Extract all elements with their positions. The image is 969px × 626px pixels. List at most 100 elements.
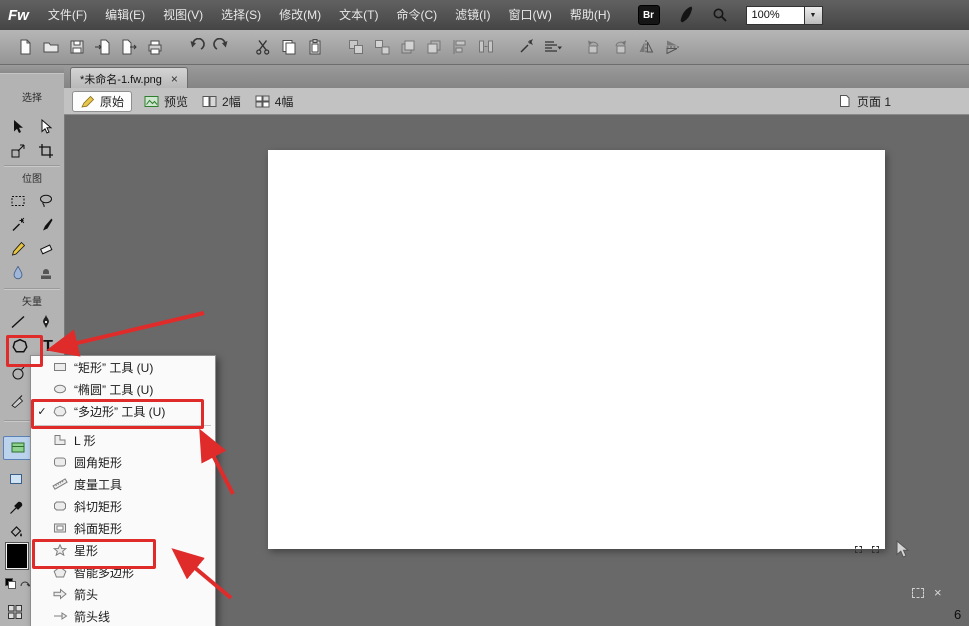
flyout-item-label: 智能多边形 bbox=[71, 564, 134, 581]
canvas-handle[interactable] bbox=[855, 546, 862, 553]
document-tab-title: *未命名-1.fw.png bbox=[80, 71, 162, 87]
knife-tool[interactable] bbox=[6, 389, 30, 411]
marquee-tool[interactable] bbox=[6, 190, 30, 212]
align-menu-icon[interactable] bbox=[540, 34, 566, 60]
paint-bucket-tool[interactable] bbox=[4, 521, 28, 543]
restore-icon[interactable] bbox=[912, 588, 924, 598]
beveled-rectangle-icon bbox=[49, 500, 71, 512]
scale-tool[interactable] bbox=[6, 140, 30, 162]
open-icon[interactable] bbox=[38, 34, 64, 60]
flyout-item-beveled-rectangle[interactable]: 斜切矩形 bbox=[31, 495, 215, 517]
hotspot-tool[interactable] bbox=[4, 468, 28, 490]
document-tab[interactable]: *未命名-1.fw.png × bbox=[70, 67, 188, 89]
magic-wand-tool[interactable] bbox=[6, 214, 30, 236]
flyout-item-star[interactable]: 星形 bbox=[31, 539, 215, 561]
document-canvas[interactable] bbox=[268, 150, 885, 549]
flyout-item-label: “多边形” 工具 (U) bbox=[71, 403, 165, 420]
import-icon[interactable] bbox=[90, 34, 116, 60]
align-edge-icon[interactable] bbox=[447, 34, 473, 60]
view-mode-preview[interactable]: 预览 bbox=[144, 93, 188, 110]
print-icon[interactable] bbox=[142, 34, 168, 60]
new-document-icon[interactable] bbox=[12, 34, 38, 60]
blur-tool[interactable] bbox=[6, 262, 30, 284]
flyout-item-chamfer-rectangle[interactable]: 斜面矩形 bbox=[31, 517, 215, 539]
eyedropper-tool[interactable] bbox=[4, 497, 28, 519]
panel-grip[interactable] bbox=[0, 64, 64, 74]
l-shape-icon bbox=[49, 434, 71, 446]
cut-icon[interactable] bbox=[250, 34, 276, 60]
pencil-tool[interactable] bbox=[6, 238, 30, 260]
arrow-line-icon bbox=[49, 610, 71, 622]
flyout-item-arrow-line[interactable]: 箭头线 bbox=[31, 605, 215, 626]
menu-modify[interactable]: 修改(M) bbox=[270, 0, 330, 30]
lasso-tool[interactable] bbox=[34, 190, 58, 212]
flyout-item-rectangle-tool[interactable]: “矩形” 工具 (U) bbox=[31, 356, 215, 378]
flyout-item-arrow[interactable]: 箭头 bbox=[31, 583, 215, 605]
save-icon[interactable] bbox=[64, 34, 90, 60]
bring-to-front-icon[interactable] bbox=[395, 34, 421, 60]
slice-tool[interactable] bbox=[3, 436, 32, 460]
smart-polygon-icon bbox=[49, 566, 71, 578]
paste-icon[interactable] bbox=[302, 34, 328, 60]
flyout-item-rounded-rectangle[interactable]: 圆角矩形 bbox=[31, 451, 215, 473]
menu-view[interactable]: 视图(V) bbox=[154, 0, 212, 30]
pen-tool[interactable] bbox=[34, 311, 58, 333]
export-preview-icon[interactable] bbox=[514, 34, 540, 60]
section-label-bitmap: 位图 bbox=[0, 170, 64, 185]
menu-file[interactable]: 文件(F) bbox=[39, 0, 96, 30]
copy-icon[interactable] bbox=[276, 34, 302, 60]
fireworks-window: Fw 文件(F) 编辑(E) 视图(V) 选择(S) 修改(M) 文本(T) 命… bbox=[0, 0, 969, 626]
menu-select[interactable]: 选择(S) bbox=[212, 0, 270, 30]
distribute-icon[interactable] bbox=[473, 34, 499, 60]
search-icon[interactable] bbox=[712, 7, 728, 23]
menu-text[interactable]: 文本(T) bbox=[330, 0, 387, 30]
line-tool[interactable] bbox=[6, 311, 30, 333]
flyout-item-l-shape[interactable]: L 形 bbox=[31, 429, 215, 451]
page-label: 页面 1 bbox=[857, 93, 891, 110]
fill-color-swatch[interactable] bbox=[6, 543, 28, 569]
export-icon[interactable] bbox=[116, 34, 142, 60]
view-mode-original[interactable]: 原始 bbox=[72, 91, 132, 112]
menu-edit[interactable]: 编辑(E) bbox=[96, 0, 154, 30]
zoom-dropdown-button[interactable]: ▼ bbox=[805, 6, 823, 25]
rubber-stamp-tool[interactable] bbox=[34, 262, 58, 284]
ungroup-icon[interactable] bbox=[369, 34, 395, 60]
redo-icon[interactable] bbox=[209, 34, 235, 60]
shape-tool[interactable] bbox=[8, 336, 32, 358]
screen-mode-tool[interactable] bbox=[3, 601, 27, 623]
brush-tool[interactable] bbox=[34, 214, 58, 236]
flyout-item-smart-polygon[interactable]: 智能多边形 bbox=[31, 561, 215, 583]
menu-commands[interactable]: 命令(C) bbox=[388, 0, 447, 30]
flyout-item-polygon-tool[interactable]: ✓ “多边形” 工具 (U) bbox=[31, 400, 215, 422]
menu-window[interactable]: 窗口(W) bbox=[500, 0, 561, 30]
rotate-ccw-icon[interactable] bbox=[581, 34, 607, 60]
group-icon[interactable] bbox=[343, 34, 369, 60]
menu-filters[interactable]: 滤镜(I) bbox=[446, 0, 499, 30]
page-selector[interactable]: 页面 1 bbox=[838, 93, 891, 110]
flyout-item-label: 星形 bbox=[71, 542, 98, 559]
rotate-cw-icon[interactable] bbox=[607, 34, 633, 60]
eraser-tool[interactable] bbox=[34, 238, 58, 260]
flip-horizontal-icon[interactable] bbox=[633, 34, 659, 60]
canvas-handle[interactable] bbox=[872, 546, 879, 553]
close-icon[interactable]: × bbox=[934, 586, 942, 599]
flyout-item-measure-tool[interactable]: 度量工具 bbox=[31, 473, 215, 495]
tab-close-icon[interactable]: × bbox=[171, 73, 178, 85]
view-mode-2up[interactable]: 2幅 bbox=[202, 93, 241, 110]
send-to-back-icon[interactable] bbox=[421, 34, 447, 60]
zoom-value-field[interactable]: 100% bbox=[746, 6, 805, 25]
preview-icon bbox=[144, 95, 159, 108]
undo-icon[interactable] bbox=[183, 34, 209, 60]
flyout-item-ellipse-tool[interactable]: “椭圆” 工具 (U) bbox=[31, 378, 215, 400]
freeform-tool[interactable] bbox=[6, 363, 30, 385]
flip-vertical-icon[interactable] bbox=[659, 34, 685, 60]
flyout-item-label: “矩形” 工具 (U) bbox=[71, 359, 153, 376]
feather-icon[interactable] bbox=[678, 6, 694, 24]
menu-help[interactable]: 帮助(H) bbox=[561, 0, 620, 30]
view-mode-4up[interactable]: 4幅 bbox=[255, 93, 294, 110]
default-colors-icon[interactable] bbox=[5, 578, 31, 589]
pointer-tool[interactable] bbox=[6, 116, 30, 138]
crop-tool[interactable] bbox=[34, 140, 58, 162]
subselection-tool[interactable] bbox=[34, 116, 58, 138]
bridge-button[interactable]: Br bbox=[638, 5, 660, 25]
